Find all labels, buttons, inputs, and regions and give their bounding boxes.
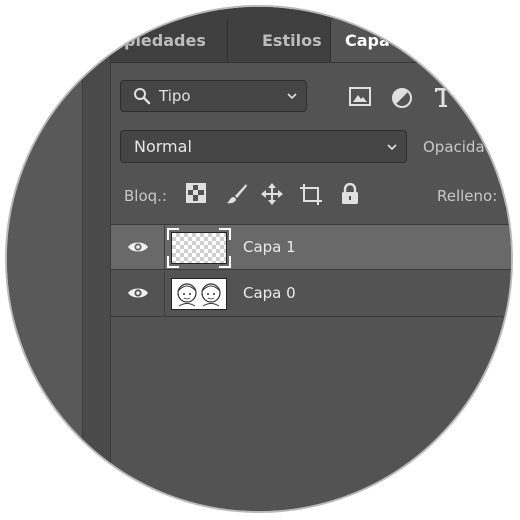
drawing-thumbnail-icon — [177, 283, 221, 307]
tab-styles[interactable]: Estilos — [248, 19, 330, 62]
layer-thumbnail[interactable] — [171, 278, 227, 310]
lock-all-icon[interactable] — [340, 183, 360, 205]
tab-layers[interactable]: Capa — [331, 19, 471, 62]
lock-position-icon[interactable] — [261, 183, 283, 205]
fill-label: Relleno: — [437, 187, 498, 205]
lock-label: Bloq.: — [124, 187, 167, 205]
zoomed-view: opiedades Estilos Capa Tipo Normal Opaci… — [5, 5, 513, 513]
type-filter-icon[interactable] — [433, 86, 453, 108]
lock-image-pixels-icon[interactable] — [226, 183, 248, 205]
blend-mode-select[interactable]: Normal — [120, 130, 407, 163]
image-filter-icon[interactable] — [349, 87, 371, 107]
search-icon — [134, 88, 151, 105]
layer-filter-select[interactable]: Tipo — [120, 80, 307, 112]
blend-mode-value: Normal — [134, 137, 192, 156]
fill-input[interactable] — [505, 181, 511, 211]
adjustment-filter-icon[interactable] — [391, 87, 413, 109]
panel-dock-separator — [82, 7, 111, 511]
layer-name[interactable]: Capa 1 — [243, 238, 296, 256]
panel-tab-bar: opiedades Estilos Capa — [111, 7, 511, 63]
layer-thumbnail[interactable] — [167, 228, 231, 268]
visibility-eye-icon[interactable] — [127, 286, 149, 300]
visibility-eye-icon[interactable] — [127, 240, 149, 254]
filter-kind-label: Tipo — [159, 87, 191, 105]
layers-panel: opiedades Estilos Capa Tipo Normal Opaci… — [110, 7, 511, 511]
layer-row[interactable]: Capa 1 — [111, 224, 511, 270]
layer-row[interactable]: Capa 0 — [111, 271, 511, 317]
tab-properties[interactable]: opiedades — [99, 19, 227, 62]
opacity-label: Opacidad — [423, 138, 495, 156]
canvas-area — [7, 7, 82, 511]
lock-transparent-pixels-icon[interactable] — [186, 183, 206, 203]
chevron-down-icon — [387, 144, 397, 151]
lock-artboard-icon[interactable] — [299, 183, 323, 205]
layer-name[interactable]: Capa 0 — [243, 284, 296, 302]
chevron-down-icon — [287, 93, 297, 100]
